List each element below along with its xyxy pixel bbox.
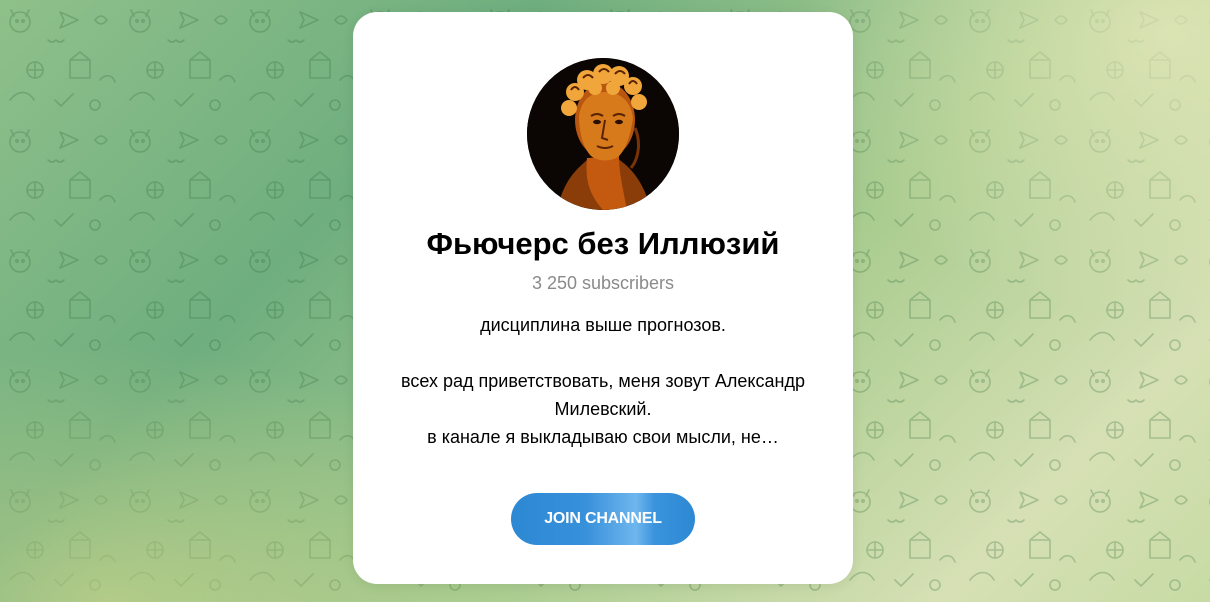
description-line: Милевский. bbox=[554, 399, 652, 419]
background-glow-right bbox=[790, 0, 1210, 320]
description-line bbox=[363, 339, 843, 367]
channel-preview-card: Фьючерс без Иллюзий 3 250 subscribers ди… bbox=[353, 12, 853, 584]
channel-title: Фьючерс без Иллюзий bbox=[426, 226, 780, 261]
description-line: дисциплина выше прогнозов. bbox=[480, 315, 726, 335]
description-line: всех рад приветствовать, меня зовут Алек… bbox=[401, 371, 805, 391]
david-statue-avatar-icon[interactable] bbox=[527, 58, 679, 210]
description-line: в канале я выкладываю свои мысли, не… bbox=[427, 427, 779, 447]
subscriber-count: 3 250 subscribers bbox=[531, 273, 675, 293]
join-channel-button[interactable]: JOIN CHANNEL bbox=[511, 493, 695, 545]
channel-description: дисциплина выше прогнозов. всех рад прив… bbox=[363, 311, 843, 451]
